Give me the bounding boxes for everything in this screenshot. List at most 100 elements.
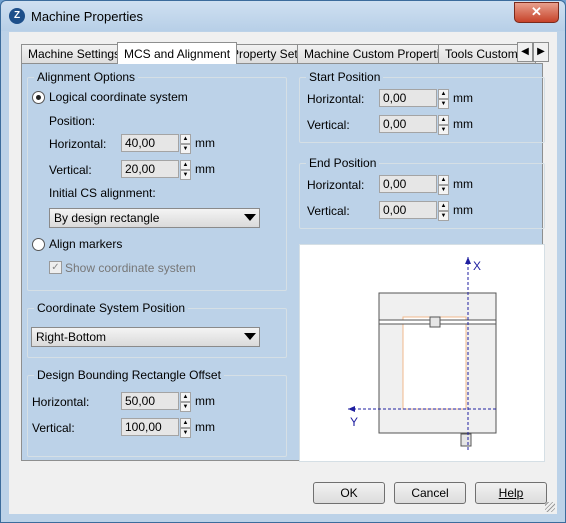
offset-horizontal-unit: mm (195, 394, 215, 408)
spin-up-icon[interactable]: ▲ (180, 160, 191, 170)
start-vertical-label: Vertical: (307, 118, 350, 132)
close-button[interactable]: ✕ (514, 2, 559, 23)
resize-grip-icon[interactable] (545, 502, 555, 512)
initial-alignment-value: By design rectangle (54, 211, 160, 225)
x-axis-arrow-icon (465, 257, 471, 264)
spin-down-icon[interactable]: ▼ (180, 428, 191, 438)
start-horizontal-spin-arrows[interactable]: ▲ ▼ (438, 89, 449, 109)
end-horizontal-label: Horizontal: (307, 178, 365, 192)
tab-scroll-left-icon[interactable]: ◀ (517, 42, 533, 62)
dialog-client: Machine Settings MCS and Alignment Prope… (9, 32, 557, 514)
align-horizontal-label: Horizontal: (49, 137, 107, 151)
align-vertical-unit: mm (195, 162, 215, 176)
offset-vertical-spin-arrows[interactable]: ▲ ▼ (180, 418, 191, 438)
cs-position-title: Coordinate System Position (34, 301, 189, 315)
spin-up-icon[interactable]: ▲ (438, 175, 449, 185)
ok-button[interactable]: OK (313, 482, 385, 504)
start-vertical-stepper[interactable]: 0,00 ▲ ▼ mm (379, 115, 479, 135)
logical-cs-label: Logical coordinate system (49, 90, 188, 104)
carriage-head (429, 316, 441, 328)
end-position-title: End Position (306, 156, 380, 170)
spin-down-icon[interactable]: ▼ (438, 185, 449, 195)
alignment-preview: X Y (299, 244, 545, 462)
end-vertical-stepper[interactable]: 0,00 ▲ ▼ mm (379, 201, 479, 221)
end-vertical-input[interactable]: 0,00 (379, 201, 437, 219)
align-horizontal-unit: mm (195, 136, 215, 150)
position-label: Position: (49, 114, 96, 128)
start-horizontal-input[interactable]: 0,00 (379, 89, 437, 107)
cs-position-group: Coordinate System Position Right-Bottom (27, 301, 287, 358)
spin-up-icon[interactable]: ▲ (438, 201, 449, 211)
alignment-options-title: Alignment Options (34, 70, 139, 84)
start-vertical-spin-arrows[interactable]: ▲ ▼ (438, 115, 449, 135)
y-axis-label: Y (350, 415, 358, 429)
offset-horizontal-input[interactable]: 50,00 (121, 392, 179, 410)
spin-up-icon[interactable]: ▲ (438, 115, 449, 125)
start-vertical-input[interactable]: 0,00 (379, 115, 437, 133)
show-cs-label: Show coordinate system (65, 261, 196, 275)
initial-alignment-select[interactable]: By design rectangle (49, 208, 260, 228)
align-vertical-spin-arrows[interactable]: ▲ ▼ (180, 160, 191, 180)
window-title: Machine Properties (31, 9, 143, 24)
app-icon: Z (9, 8, 25, 24)
cs-position-select[interactable]: Right-Bottom (31, 327, 260, 347)
spin-down-icon[interactable]: ▼ (180, 170, 191, 180)
spin-up-icon[interactable]: ▲ (180, 392, 191, 402)
end-horizontal-input[interactable]: 0,00 (379, 175, 437, 193)
offset-vertical-stepper[interactable]: 100,00 ▲ ▼ mm (121, 418, 221, 438)
start-position-title: Start Position (306, 70, 384, 84)
end-position-group: End Position Horizontal: 0,00 ▲ ▼ mm Vert… (299, 156, 545, 229)
offset-horizontal-spin-arrows[interactable]: ▲ ▼ (180, 392, 191, 412)
offset-vertical-label: Vertical: (32, 421, 75, 435)
logical-cs-radio[interactable] (32, 91, 45, 104)
align-vertical-input[interactable]: 20,00 (121, 160, 179, 178)
x-axis-label: X (473, 259, 481, 273)
tab-mcs-alignment[interactable]: MCS and Alignment (117, 42, 237, 64)
title-bar[interactable]: Z Machine Properties ✕ (1, 1, 565, 31)
end-vertical-label: Vertical: (307, 204, 350, 218)
spin-up-icon[interactable]: ▲ (180, 134, 191, 144)
alignment-options-group: Alignment Options Logical coordinate sys… (27, 70, 287, 291)
offset-title: Design Bounding Rectangle Offset (34, 368, 224, 382)
start-horizontal-stepper[interactable]: 0,00 ▲ ▼ mm (379, 89, 479, 109)
tab-scroll-right-icon[interactable]: ▶ (533, 42, 549, 62)
align-vertical-stepper[interactable]: 20,00 ▲ ▼ mm (121, 160, 221, 180)
align-horizontal-input[interactable]: 40,00 (121, 134, 179, 152)
offset-horizontal-stepper[interactable]: 50,00 ▲ ▼ mm (121, 392, 221, 412)
spin-down-icon[interactable]: ▼ (180, 402, 191, 412)
end-horizontal-stepper[interactable]: 0,00 ▲ ▼ mm (379, 175, 479, 195)
start-position-group: Start Position Horizontal: 0,00 ▲ ▼ mm Ve… (299, 70, 545, 143)
align-horizontal-spin-arrows[interactable]: ▲ ▼ (180, 134, 191, 154)
tab-machine-settings[interactable]: Machine Settings (21, 44, 120, 64)
tab-strip: Machine Settings MCS and Alignment Prope… (21, 42, 541, 64)
end-horizontal-unit: mm (453, 177, 473, 191)
design-rectangle (402, 316, 467, 410)
start-horizontal-unit: mm (453, 91, 473, 105)
offset-vertical-input[interactable]: 100,00 (121, 418, 179, 436)
offset-group: Design Bounding Rectangle Offset Horizon… (27, 368, 287, 457)
spin-down-icon[interactable]: ▼ (180, 144, 191, 154)
end-vertical-unit: mm (453, 203, 473, 217)
tab-machine-custom-properties[interactable]: Machine Custom Properties (297, 44, 452, 64)
spin-up-icon[interactable]: ▲ (438, 89, 449, 99)
align-markers-radio[interactable] (32, 238, 45, 251)
spin-down-icon[interactable]: ▼ (438, 99, 449, 109)
spin-down-icon[interactable]: ▼ (438, 125, 449, 135)
cancel-button[interactable]: Cancel (394, 482, 466, 504)
chevron-down-icon[interactable] (244, 333, 256, 340)
align-vertical-label: Vertical: (49, 163, 92, 177)
align-horizontal-stepper[interactable]: 40,00 ▲ ▼ mm (121, 134, 221, 154)
spin-down-icon[interactable]: ▼ (438, 211, 449, 221)
help-button[interactable]: Help (475, 482, 547, 504)
end-horizontal-spin-arrows[interactable]: ▲ ▼ (438, 175, 449, 195)
spin-up-icon[interactable]: ▲ (180, 418, 191, 428)
chevron-down-icon[interactable] (244, 214, 256, 221)
start-horizontal-label: Horizontal: (307, 92, 365, 106)
show-cs-checkbox[interactable]: ✓ (49, 261, 62, 274)
start-vertical-unit: mm (453, 117, 473, 131)
initial-alignment-label: Initial CS alignment: (49, 186, 156, 200)
cs-position-value: Right-Bottom (36, 330, 107, 344)
end-vertical-spin-arrows[interactable]: ▲ ▼ (438, 201, 449, 221)
offset-horizontal-label: Horizontal: (32, 395, 90, 409)
align-markers-label: Align markers (49, 237, 123, 251)
